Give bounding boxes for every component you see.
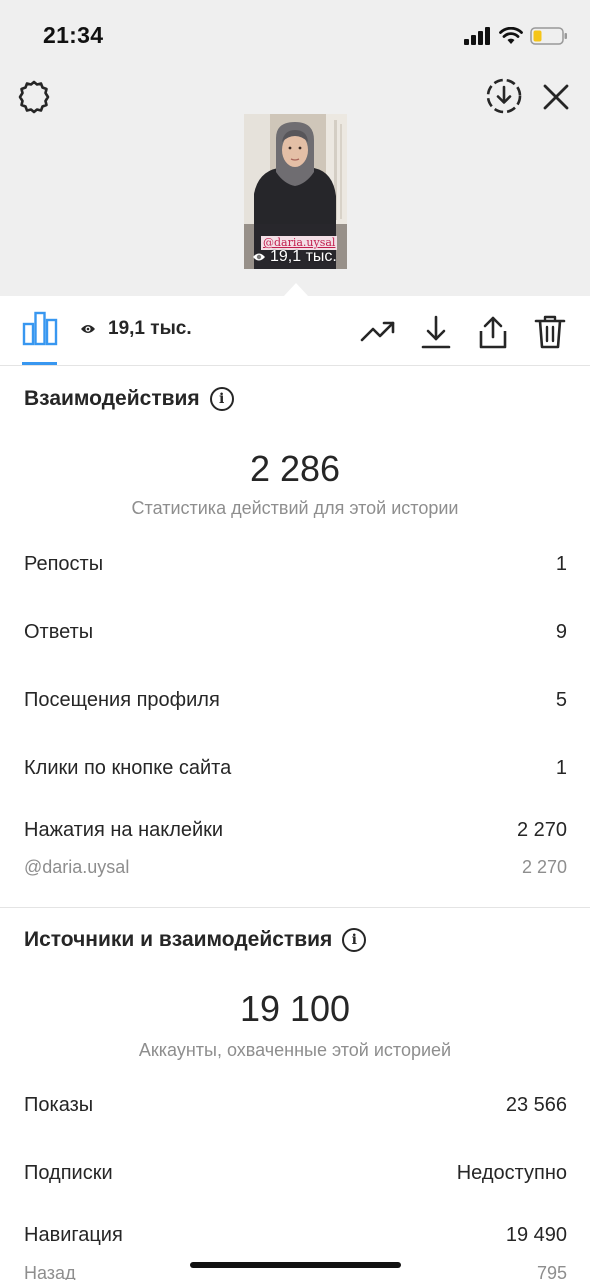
stat-sub-value: 2 270 xyxy=(521,857,567,877)
stat-value: 19 490 xyxy=(505,1224,567,1246)
stat-value: 2 270 xyxy=(516,819,567,841)
stat-label: Репосты xyxy=(24,553,104,575)
story-view-count-label: 19,1 тыс. xyxy=(270,248,337,265)
story-thumbnail[interactable]: @daria.uysal 19,1 тыс. xyxy=(244,114,347,269)
battery-icon xyxy=(530,27,567,45)
bar-chart-icon xyxy=(22,311,58,346)
stat-value: 9 xyxy=(555,621,567,643)
cellular-signal-icon xyxy=(464,27,490,45)
stat-label: Клики по кнопке сайта xyxy=(24,757,232,779)
save-story-button[interactable] xyxy=(484,76,524,116)
stat-row-follows: Подписки Недоступно xyxy=(24,1162,567,1185)
info-icon[interactable]: i xyxy=(342,928,367,952)
interactions-header: Взаимодействия i xyxy=(24,387,234,411)
home-indicator[interactable] xyxy=(190,1262,401,1268)
thumbnail-pointer xyxy=(283,283,309,297)
toolbar-view-count: 19,1 тыс. xyxy=(80,318,192,340)
stat-value: 1 xyxy=(555,553,567,575)
stat-label: Нажатия на наклейки xyxy=(24,819,224,841)
close-button[interactable] xyxy=(538,79,574,115)
eye-icon xyxy=(253,253,265,261)
stat-value: 23 566 xyxy=(505,1094,567,1116)
eye-icon xyxy=(81,325,95,333)
stat-sub-value: 795 xyxy=(536,1263,567,1280)
wifi-icon xyxy=(499,27,523,44)
stat-row-navigation: Навигация 19 490 xyxy=(24,1224,567,1247)
settings-button[interactable] xyxy=(14,77,54,117)
stat-label: Посещения профиля xyxy=(24,689,220,711)
interactions-title: Взаимодействия xyxy=(24,387,200,410)
stat-sub-label: Назад xyxy=(24,1263,76,1280)
stat-row-impressions: Показы 23 566 xyxy=(24,1094,567,1117)
promote-button[interactable] xyxy=(360,314,396,350)
story-toolbar: 19,1 тыс. xyxy=(0,296,590,366)
stat-row-reposts: Репосты 1 xyxy=(24,553,567,576)
download-button[interactable] xyxy=(418,314,454,350)
story-view-count: 19,1 тыс. xyxy=(252,248,337,266)
info-icon[interactable]: i xyxy=(209,387,234,411)
interactions-total: 2 286 xyxy=(249,448,341,489)
discovery-header: Источники и взаимодействия i xyxy=(24,928,367,952)
status-time: 21:34 xyxy=(43,22,104,48)
stat-label: Показы xyxy=(24,1094,94,1116)
tab-insights[interactable] xyxy=(22,310,58,366)
stat-sub-label: @daria.uysal xyxy=(24,857,130,877)
stat-label: Навигация xyxy=(24,1224,123,1246)
discovery-caption: Аккаунты, охваченные этой историей xyxy=(138,1040,452,1060)
discovery-title: Источники и взаимодействия xyxy=(24,928,333,951)
close-x-icon xyxy=(543,84,569,110)
delete-button[interactable] xyxy=(532,314,568,350)
stat-row-replies: Ответы 9 xyxy=(24,621,567,644)
stat-value: 1 xyxy=(555,757,567,779)
toolbar-view-count-label: 19,1 тыс. xyxy=(108,318,192,339)
discovery-total: 19 100 xyxy=(239,988,351,1029)
share-icon xyxy=(479,316,507,349)
stat-label: Ответы xyxy=(24,621,94,643)
stat-row-sticker-taps: Нажатия на наклейки 2 270 xyxy=(24,819,567,842)
interactions-caption: Статистика действий для этой истории xyxy=(131,498,459,518)
stat-row-website-clicks: Клики по кнопке сайта 1 xyxy=(24,757,567,780)
settings-gear-icon xyxy=(18,80,50,114)
stat-value: 5 xyxy=(555,689,567,711)
trash-icon xyxy=(534,315,566,349)
trending-up-icon xyxy=(360,321,395,342)
stat-row-profile-visits: Посещения профиля 5 xyxy=(24,689,567,712)
stat-label: Подписки xyxy=(24,1162,113,1184)
stat-value: Недоступно xyxy=(456,1162,567,1184)
stat-row-sticker-mention: @daria.uysal 2 270 xyxy=(24,857,567,878)
share-button[interactable] xyxy=(475,314,511,350)
section-divider xyxy=(0,907,590,908)
active-tab-indicator xyxy=(22,362,57,365)
status-icons xyxy=(464,24,568,48)
save-download-circle-icon xyxy=(486,78,522,114)
status-bar: 21:34 xyxy=(0,0,590,70)
download-icon xyxy=(421,315,451,349)
